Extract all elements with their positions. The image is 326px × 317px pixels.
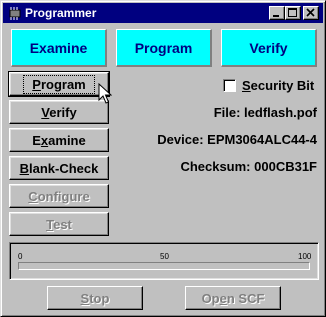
security-bit-checkbox[interactable]: Security Bit xyxy=(223,77,314,93)
minimize-icon xyxy=(273,15,279,17)
programmer-window: Programmer Examine Program Verify Progra… xyxy=(0,0,326,317)
mouse-pointer-icon xyxy=(98,83,112,104)
progress-tick-100: 100 xyxy=(298,252,312,261)
examine-button[interactable]: Examine xyxy=(9,128,109,152)
close-button[interactable] xyxy=(303,6,319,20)
blank-check-button[interactable]: Blank-Check xyxy=(9,156,109,180)
maximize-icon xyxy=(288,8,297,17)
progress-tick-50: 50 xyxy=(160,252,169,261)
checksum-info: Checksum: 000CB31F xyxy=(180,159,317,174)
mode-program-button[interactable]: Program xyxy=(116,29,212,67)
device-info: Device: EPM3064ALC44-4 xyxy=(157,132,317,147)
minimize-button[interactable] xyxy=(269,6,285,20)
stop-button[interactable]: Stop xyxy=(47,286,143,310)
program-button[interactable]: Program xyxy=(8,71,110,97)
open-scf-button-label: Open SCF xyxy=(201,290,265,306)
verify-button[interactable]: Verify xyxy=(9,100,109,124)
open-scf-button[interactable]: Open SCF xyxy=(185,286,281,310)
programmer-chip-icon[interactable] xyxy=(7,5,23,21)
blank-check-button-label: Blank-Check xyxy=(19,160,99,176)
test-button-label: Test xyxy=(46,216,72,232)
mode-verify-button[interactable]: Verify xyxy=(221,29,317,67)
close-icon xyxy=(306,8,315,17)
test-button[interactable]: Test xyxy=(9,212,109,236)
mode-program-label: Program xyxy=(134,39,193,56)
configure-button[interactable]: Configure xyxy=(9,184,109,208)
progress-tick-0: 0 xyxy=(18,252,23,261)
window-title: Programmer xyxy=(25,6,97,20)
progress-bar xyxy=(18,262,310,270)
maximize-button[interactable] xyxy=(285,6,301,20)
title-bar[interactable]: Programmer xyxy=(3,3,323,23)
mode-examine-button[interactable]: Examine xyxy=(11,29,107,67)
program-button-label: Program xyxy=(23,74,95,94)
progress-panel: 0 50 100 xyxy=(9,242,319,280)
configure-button-label: Configure xyxy=(28,188,90,204)
verify-button-label: Verify xyxy=(41,104,77,120)
security-bit-label: Security Bit xyxy=(242,77,315,93)
mode-examine-label: Examine xyxy=(29,39,88,56)
mode-verify-label: Verify xyxy=(249,39,288,56)
stop-button-label: Stop xyxy=(80,290,110,306)
security-bit-box[interactable] xyxy=(223,78,236,92)
file-info: File: ledflash.pof xyxy=(213,105,317,120)
examine-button-label: Examine xyxy=(32,132,86,148)
